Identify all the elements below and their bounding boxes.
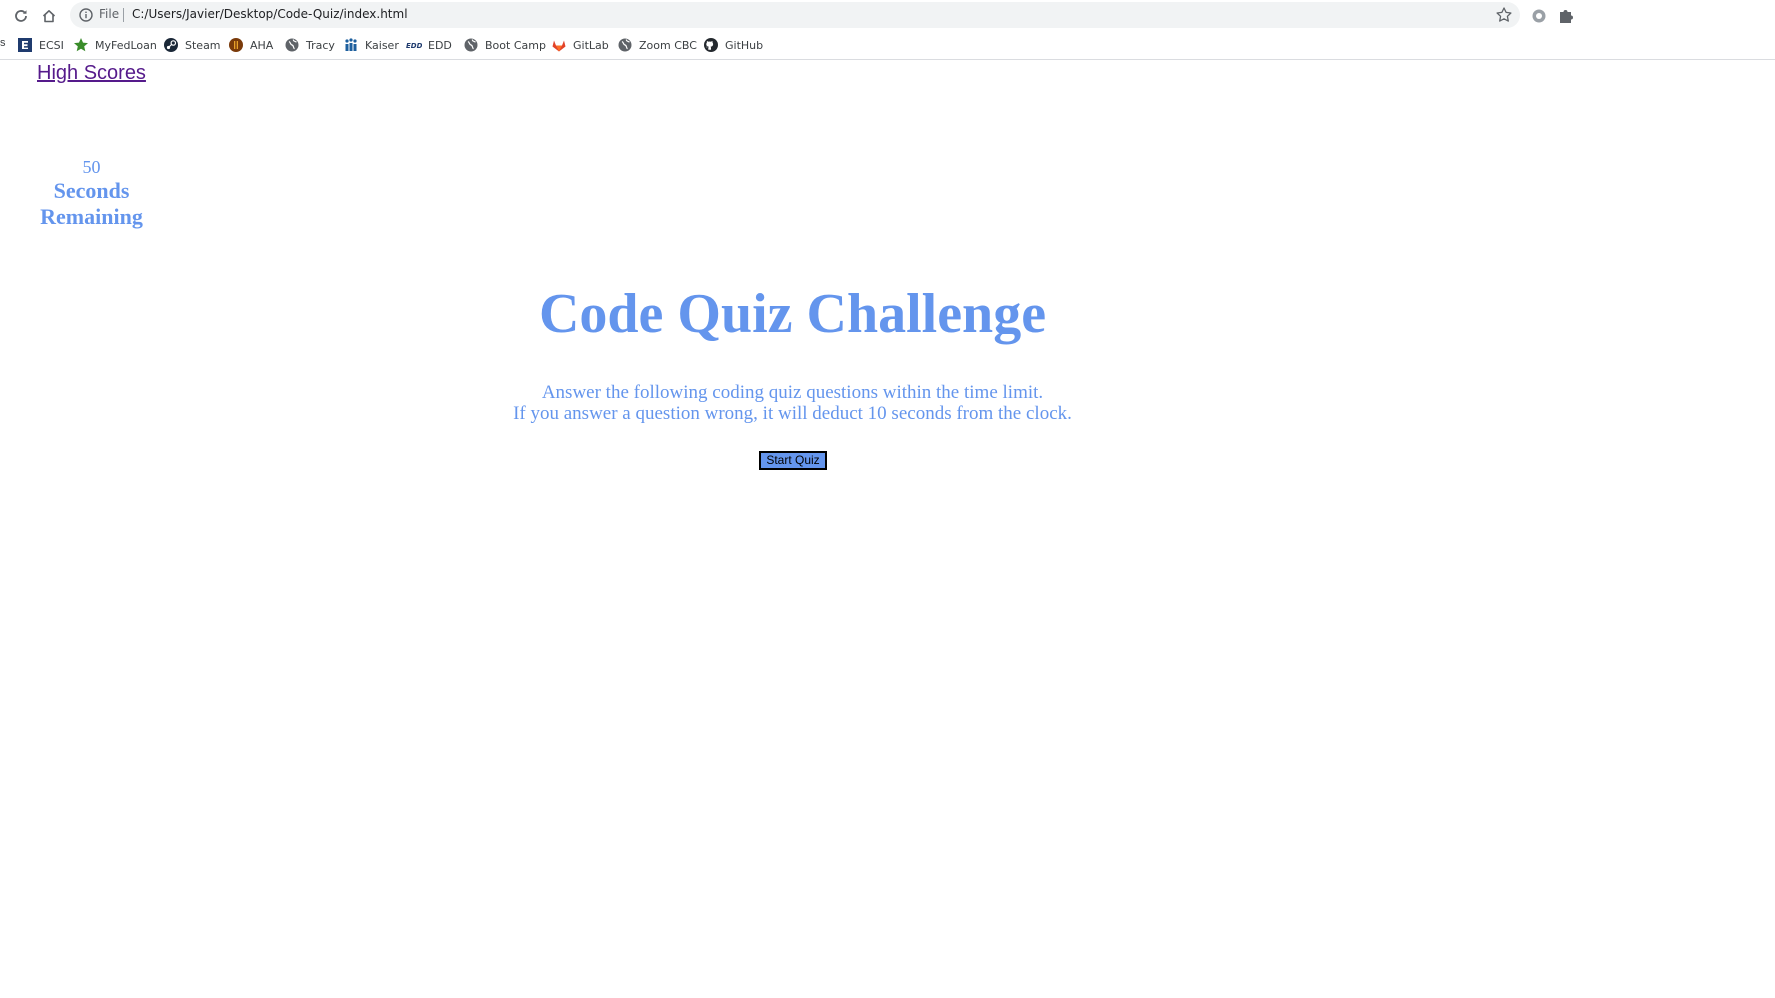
svg-text:EDD: EDD [406, 42, 422, 50]
extensions-puzzle-icon[interactable] [1554, 5, 1576, 27]
home-icon [42, 10, 56, 23]
aha-icon [228, 37, 244, 53]
bookmark-label: ECSI [39, 38, 64, 52]
star-logo-icon [73, 37, 89, 53]
bookmark-edd[interactable]: EDD EDD [406, 36, 452, 54]
bookmark-label: GitHub [725, 38, 764, 52]
bookmark-label: Kaiser [365, 38, 399, 52]
bookmark-aha[interactable]: AHA [228, 36, 273, 54]
high-scores-link[interactable]: High Scores [37, 62, 146, 85]
start-quiz-button[interactable]: Start Quiz [759, 451, 827, 470]
bookmark-tracy[interactable]: Tracy [284, 36, 335, 54]
url-text[interactable]: C:/Users/Javier/Desktop/Code-Quiz/index.… [132, 7, 408, 21]
bookmark-gitlab[interactable]: GitLab [551, 36, 609, 54]
kaiser-icon [343, 37, 359, 53]
timer: 50 Seconds Remaining [0, 156, 183, 230]
edd-icon: EDD [406, 37, 422, 53]
github-icon [703, 37, 719, 53]
bookmark-zoom-cbc[interactable]: Zoom CBC [617, 36, 697, 54]
page-content: High Scores 50 Seconds Remaining Code Qu… [0, 60, 1775, 998]
bookmark-label: AHA [250, 38, 274, 52]
bookmark-star-icon[interactable] [1494, 5, 1514, 25]
description-line-2: If you answer a question wrong, it will … [513, 403, 1072, 424]
globe-icon [617, 37, 633, 53]
extension-circle-icon[interactable] [1528, 5, 1550, 27]
timer-count: 50 [82, 157, 101, 177]
page-title: Code Quiz Challenge [538, 283, 1047, 345]
bookmark-overflow-fragment: s [0, 37, 6, 49]
browser-toolbar: File C:/Users/Javier/Desktop/Code-Quiz/i… [0, 0, 1775, 31]
url-divider [123, 8, 124, 22]
description-line-1: Answer the following coding quiz questio… [541, 382, 1044, 403]
bookmark-boot-camp[interactable]: Boot Camp [463, 36, 546, 54]
bookmark-label: EDD [428, 38, 452, 52]
address-bar[interactable]: File C:/Users/Javier/Desktop/Code-Quiz/i… [70, 2, 1520, 28]
bookmark-myfedloan[interactable]: MyFedLoan [73, 36, 157, 54]
quiz-description: Answer the following coding quiz questio… [0, 382, 1585, 424]
timer-label: Seconds Remaining [40, 178, 143, 229]
gitlab-icon [551, 37, 567, 53]
bookmark-label: Tracy [306, 38, 335, 52]
globe-icon [463, 37, 479, 53]
reload-icon [15, 10, 27, 22]
bookmarks-bar: s ECSI MyFedLoan Steam AHA Tracy Kaiser … [0, 31, 1775, 60]
home-button[interactable] [36, 3, 62, 29]
bookmark-label: Steam [185, 38, 221, 52]
reload-button[interactable] [8, 3, 34, 29]
bookmark-label: Zoom CBC [639, 38, 697, 52]
globe-icon [284, 37, 300, 53]
bookmark-steam[interactable]: Steam [163, 36, 221, 54]
bookmark-label: GitLab [573, 38, 609, 52]
bookmark-label: MyFedLoan [95, 38, 157, 52]
bookmark-label: Boot Camp [485, 38, 546, 52]
bookmark-github[interactable]: GitHub [703, 36, 763, 54]
bookmark-kaiser[interactable]: Kaiser [343, 36, 399, 54]
steam-icon [163, 37, 179, 53]
ecsi-icon [17, 37, 33, 53]
bookmark-ecsi[interactable]: ECSI [17, 36, 64, 54]
url-scheme: File [99, 7, 120, 21]
info-icon[interactable] [78, 7, 94, 23]
